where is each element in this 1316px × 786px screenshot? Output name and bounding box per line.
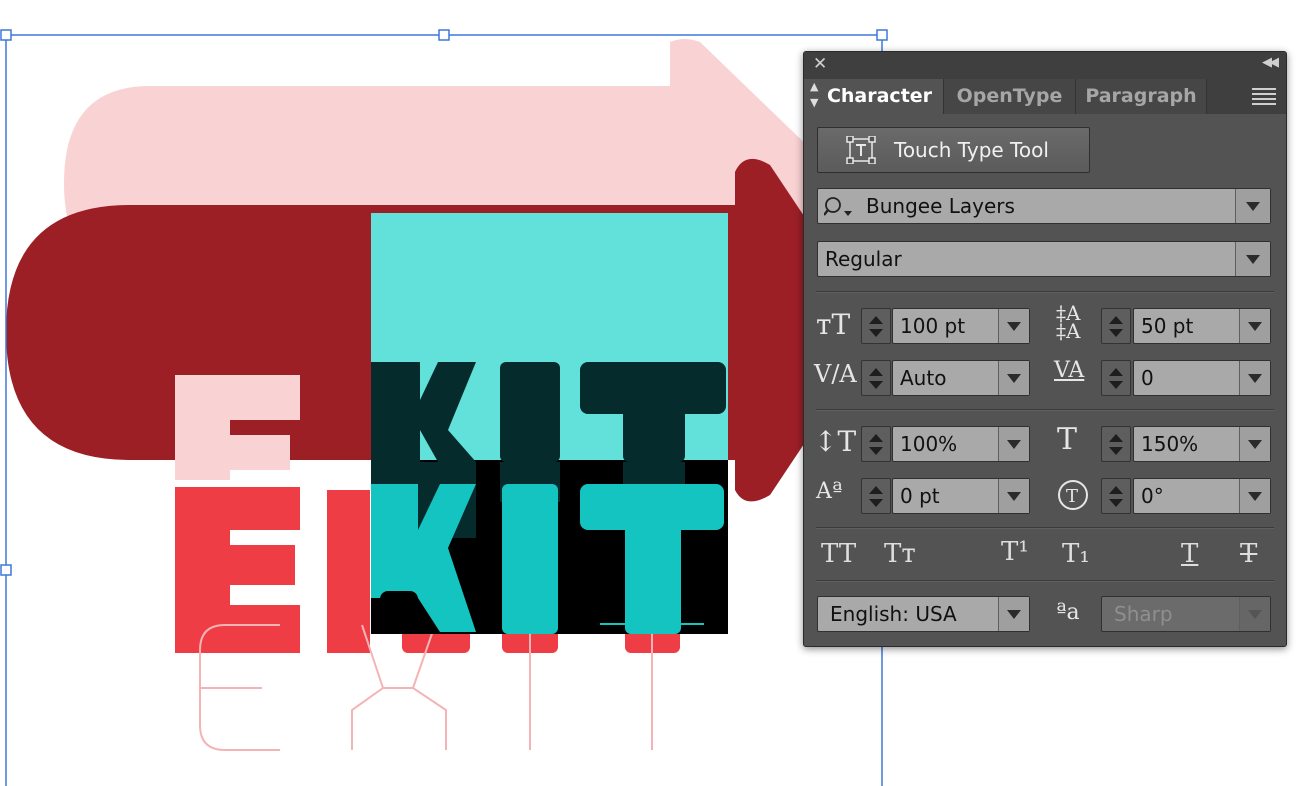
baseline-shift-field[interactable]: 0 pt bbox=[892, 478, 1030, 514]
tab-opentype[interactable]: OpenType bbox=[944, 79, 1076, 114]
tracking-field[interactable]: 0 bbox=[1133, 360, 1271, 396]
tab-paragraph-label: Paragraph bbox=[1085, 85, 1197, 107]
tab-character[interactable]: ▲ ▼ Character bbox=[804, 79, 944, 114]
font-family-dropdown[interactable]: Bungee Layers bbox=[817, 188, 1271, 224]
panel-menu-icon[interactable] bbox=[1252, 88, 1276, 106]
font-style-value: Regular bbox=[825, 247, 902, 271]
leading-icon: ‡A ‡A bbox=[1056, 301, 1081, 343]
font-size-icon: ᴛT bbox=[816, 308, 851, 341]
font-size-value: 100 pt bbox=[900, 314, 966, 338]
vertical-scale-value: 100% bbox=[900, 432, 958, 456]
close-icon[interactable]: ✕ bbox=[813, 54, 827, 74]
font-style-dropdown[interactable]: Regular bbox=[817, 241, 1271, 277]
horizontal-scale-field[interactable]: 150% bbox=[1133, 426, 1271, 462]
small-caps-icon[interactable]: Tᴛ bbox=[884, 539, 916, 569]
superscript-icon[interactable]: T¹ bbox=[1001, 537, 1029, 567]
horizontal-scale-stepper[interactable] bbox=[1101, 426, 1131, 462]
baseline-shift-icon: Aª bbox=[816, 479, 843, 504]
search-icon bbox=[824, 197, 852, 216]
vertical-scale-stepper[interactable] bbox=[861, 426, 891, 462]
separator bbox=[816, 291, 1274, 293]
font-size-field[interactable]: 100 pt bbox=[892, 308, 1030, 344]
rotation-stepper[interactable] bbox=[1101, 478, 1131, 514]
character-panel: ✕ ◀◀ ▲ ▼ Character OpenType Paragraph Tou… bbox=[803, 51, 1287, 647]
strikethrough-icon[interactable]: T bbox=[1240, 539, 1257, 569]
panel-titlebar[interactable]: ✕ ◀◀ bbox=[804, 52, 1286, 78]
leading-field[interactable]: 50 pt bbox=[1133, 308, 1271, 344]
horizontal-scale-icon: T bbox=[1057, 422, 1078, 457]
kerning-icon: V/A bbox=[814, 360, 857, 388]
leading-value: 50 pt bbox=[1141, 314, 1194, 338]
font-family-arrow[interactable] bbox=[1235, 189, 1270, 223]
tab-arrows-icon: ▲ ▼ bbox=[810, 80, 819, 109]
vertical-scale-field[interactable]: 100% bbox=[892, 426, 1030, 462]
kerning-field[interactable]: Auto bbox=[892, 360, 1030, 396]
rotation-value: 0° bbox=[1141, 484, 1164, 508]
svg-text:T: T bbox=[1066, 486, 1078, 507]
tracking-stepper[interactable] bbox=[1101, 360, 1131, 396]
tab-character-label: Character bbox=[826, 85, 933, 107]
rotation-field[interactable]: 0° bbox=[1133, 478, 1271, 514]
touch-type-icon bbox=[846, 136, 876, 164]
touch-type-tool-button[interactable]: Touch Type Tool bbox=[817, 127, 1090, 173]
kerning-value: Auto bbox=[900, 366, 947, 390]
tab-paragraph[interactable]: Paragraph bbox=[1076, 79, 1207, 114]
subscript-icon[interactable]: T₁ bbox=[1062, 539, 1090, 569]
touch-type-label: Touch Type Tool bbox=[894, 138, 1049, 162]
language-dropdown[interactable]: English: USA bbox=[817, 596, 1030, 632]
baseline-shift-stepper[interactable] bbox=[861, 478, 891, 514]
anti-aliasing-icon: ªa bbox=[1056, 600, 1080, 625]
anti-aliasing-value: Sharp bbox=[1114, 602, 1173, 626]
baseline-shift-value: 0 pt bbox=[900, 484, 940, 508]
leading-stepper[interactable] bbox=[1101, 308, 1131, 344]
font-style-arrow[interactable] bbox=[1235, 242, 1270, 276]
collapse-icon[interactable]: ◀◀ bbox=[1262, 54, 1279, 70]
panel-tabs: ▲ ▼ Character OpenType Paragraph bbox=[804, 78, 1286, 114]
horizontal-scale-value: 150% bbox=[1141, 432, 1199, 456]
anti-aliasing-dropdown[interactable]: Sharp bbox=[1101, 596, 1271, 632]
separator bbox=[816, 527, 1274, 529]
font-family-value: Bungee Layers bbox=[866, 194, 1015, 218]
separator bbox=[816, 409, 1274, 411]
rotation-icon: T bbox=[1058, 480, 1088, 510]
all-caps-icon[interactable]: TT bbox=[821, 539, 856, 569]
tracking-icon: VA bbox=[1054, 358, 1085, 383]
kerning-stepper[interactable] bbox=[861, 360, 891, 396]
tracking-value: 0 bbox=[1141, 366, 1154, 390]
tab-opentype-label: OpenType bbox=[956, 85, 1063, 107]
font-size-stepper[interactable] bbox=[861, 308, 891, 344]
underline-icon[interactable]: T bbox=[1181, 539, 1198, 569]
vertical-scale-icon: ↕T bbox=[814, 425, 857, 458]
language-value: English: USA bbox=[830, 602, 957, 626]
separator bbox=[816, 580, 1274, 582]
